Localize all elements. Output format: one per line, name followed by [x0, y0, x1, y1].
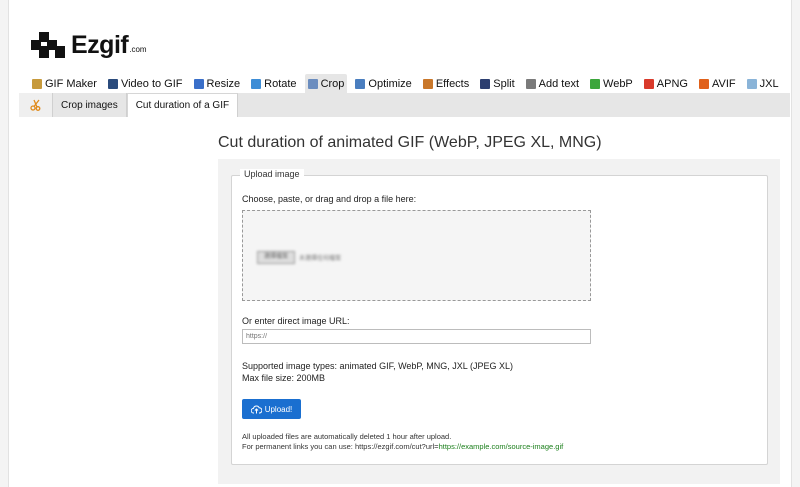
- nav-video-to-gif[interactable]: Video to GIF: [105, 74, 186, 93]
- scissors-icon: [29, 99, 40, 111]
- nav-gif-maker[interactable]: GIF Maker: [29, 74, 100, 93]
- optimize-icon: [355, 78, 366, 89]
- logo[interactable]: Ezgif .com: [31, 26, 147, 58]
- example-link[interactable]: https://example.com/source-image.gif: [439, 442, 564, 451]
- nav-split[interactable]: Split: [477, 74, 517, 93]
- nav-label: Optimize: [368, 77, 412, 90]
- effects-icon: [422, 78, 433, 89]
- add-text-icon: [525, 78, 536, 89]
- logo-mark-icon: [31, 32, 65, 58]
- nav-effects[interactable]: Effects: [420, 74, 472, 93]
- url-label: Or enter direct image URL:: [242, 316, 350, 326]
- nav-avif[interactable]: AVIF: [696, 74, 739, 93]
- main-nav: GIF Maker Video to GIF Resize Rotate Cro…: [29, 74, 787, 93]
- choose-file-button[interactable]: 選擇檔案: [257, 251, 295, 264]
- max-file-size: Max file size: 200MB: [242, 373, 326, 383]
- nav-label: WebP: [603, 77, 633, 90]
- logo-suffix: .com: [129, 45, 147, 54]
- resize-icon: [193, 78, 204, 89]
- subnav-crop-tool[interactable]: [19, 93, 53, 117]
- sub-nav: Crop images Cut duration of a GIF: [19, 93, 790, 117]
- upload-button-label: Upload!: [264, 404, 293, 414]
- nav-label: Video to GIF: [120, 77, 183, 90]
- supported-types: Supported image types: animated GIF, Web…: [242, 361, 513, 371]
- upload-button[interactable]: Upload!: [242, 399, 301, 419]
- subnav-cut-duration[interactable]: Cut duration of a GIF: [126, 93, 239, 117]
- nav-resize[interactable]: Resize: [191, 74, 244, 93]
- nav-label: Resize: [206, 77, 241, 90]
- url-input[interactable]: [242, 329, 591, 344]
- file-status: 未選擇任何檔案: [299, 256, 342, 262]
- nav-label: Rotate: [264, 77, 297, 90]
- nav-crop[interactable]: Crop: [304, 74, 348, 93]
- nav-jxl[interactable]: JXL: [744, 74, 782, 93]
- nav-label: Effects: [435, 77, 470, 90]
- nav-label: JXL: [759, 77, 779, 90]
- drop-zone[interactable]: 選擇檔案 未選擇任何檔案: [242, 210, 591, 301]
- nav-apng[interactable]: APNG: [641, 74, 691, 93]
- jxl-icon: [746, 78, 757, 89]
- permanent-link-prefix: For permanent links you can use: https:/…: [242, 442, 439, 451]
- split-icon: [480, 78, 491, 89]
- webp-icon: [590, 78, 601, 89]
- upload-panel: Upload image Choose, paste, or drag and …: [218, 159, 780, 484]
- choose-file-label: Choose, paste, or drag and drop a file h…: [242, 194, 417, 204]
- apng-icon: [643, 78, 654, 89]
- fieldset-legend: Upload image: [240, 169, 304, 179]
- rotate-icon: [251, 78, 262, 89]
- nav-label: Split: [493, 77, 515, 90]
- crop-icon: [307, 78, 318, 89]
- nav-label: APNG: [656, 77, 688, 90]
- upload-fieldset: Upload image Choose, paste, or drag and …: [231, 169, 768, 465]
- nav-optimize[interactable]: Optimize: [352, 74, 414, 93]
- page-title: Cut duration of animated GIF (WebP, JPEG…: [218, 134, 602, 151]
- nav-label: AVIF: [711, 77, 736, 90]
- cloud-upload-icon: [250, 405, 262, 413]
- nav-webp[interactable]: WebP: [587, 74, 636, 93]
- avif-icon: [698, 78, 709, 89]
- nav-label: Crop: [320, 77, 345, 90]
- deletion-note: All uploaded files are automatically del…: [242, 432, 452, 441]
- page: Ezgif .com GIF Maker Video to GIF Resize…: [8, 0, 792, 487]
- nav-label: Add text: [538, 77, 580, 90]
- logo-text: Ezgif: [71, 31, 129, 59]
- video-icon: [107, 78, 118, 89]
- gif-maker-icon: [32, 78, 42, 89]
- nav-label: GIF Maker: [45, 77, 97, 90]
- nav-rotate[interactable]: Rotate: [248, 74, 299, 93]
- subnav-crop-images[interactable]: Crop images: [53, 93, 127, 117]
- permanent-link-note: For permanent links you can use: https:/…: [242, 442, 563, 451]
- nav-add-text[interactable]: Add text: [523, 74, 582, 93]
